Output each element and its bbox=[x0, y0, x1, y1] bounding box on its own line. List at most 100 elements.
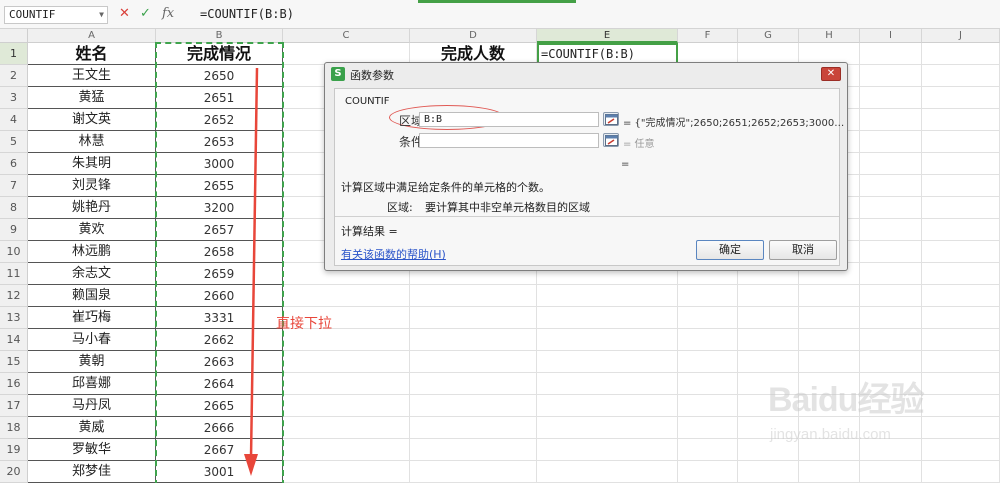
confirm-formula-icon[interactable]: ✓ bbox=[140, 6, 151, 22]
cell[interactable] bbox=[678, 373, 738, 395]
cell[interactable] bbox=[860, 417, 922, 439]
cell[interactable] bbox=[738, 417, 799, 439]
cell[interactable] bbox=[537, 351, 678, 373]
cell[interactable] bbox=[922, 43, 1000, 65]
cell[interactable] bbox=[922, 395, 1000, 417]
cell[interactable] bbox=[860, 395, 922, 417]
cell[interactable] bbox=[283, 285, 410, 307]
cell[interactable] bbox=[922, 263, 1000, 285]
row-header-2[interactable]: 2 bbox=[0, 65, 28, 87]
cell[interactable] bbox=[283, 351, 410, 373]
cell[interactable] bbox=[738, 461, 799, 483]
cell[interactable] bbox=[922, 131, 1000, 153]
cell[interactable] bbox=[922, 175, 1000, 197]
cell[interactable] bbox=[799, 417, 860, 439]
cell[interactable] bbox=[922, 109, 1000, 131]
cell[interactable] bbox=[860, 351, 922, 373]
cancel-formula-icon[interactable]: ✕ bbox=[119, 6, 130, 22]
cell[interactable] bbox=[283, 373, 410, 395]
cell[interactable] bbox=[922, 329, 1000, 351]
cell[interactable] bbox=[860, 131, 922, 153]
function-help-link[interactable]: 有关该函数的帮助(H) bbox=[341, 246, 446, 262]
table-row-name[interactable]: 王文生 bbox=[28, 65, 156, 87]
cell[interactable] bbox=[678, 285, 738, 307]
row-header-20[interactable]: 20 bbox=[0, 461, 28, 483]
cell[interactable] bbox=[678, 439, 738, 461]
cell[interactable] bbox=[678, 329, 738, 351]
cell[interactable] bbox=[799, 373, 860, 395]
cell[interactable] bbox=[922, 307, 1000, 329]
criteria-collapse-button[interactable] bbox=[603, 133, 619, 147]
cell[interactable] bbox=[922, 417, 1000, 439]
cell[interactable] bbox=[738, 285, 799, 307]
table-row-name[interactable]: 林慧 bbox=[28, 131, 156, 153]
column-header-i[interactable]: I bbox=[860, 29, 922, 43]
ok-button[interactable]: 确定 bbox=[696, 240, 764, 260]
cell[interactable] bbox=[537, 285, 678, 307]
cell[interactable] bbox=[799, 461, 860, 483]
cell[interactable] bbox=[860, 109, 922, 131]
cell[interactable] bbox=[678, 307, 738, 329]
row-header-8[interactable]: 8 bbox=[0, 197, 28, 219]
table-row-name[interactable]: 黄威 bbox=[28, 417, 156, 439]
cell[interactable] bbox=[283, 417, 410, 439]
cell[interactable] bbox=[738, 351, 799, 373]
cell[interactable] bbox=[410, 373, 537, 395]
cell[interactable] bbox=[283, 439, 410, 461]
row-header-12[interactable]: 12 bbox=[0, 285, 28, 307]
table-row-name[interactable]: 刘灵锋 bbox=[28, 175, 156, 197]
row-header-10[interactable]: 10 bbox=[0, 241, 28, 263]
cell[interactable] bbox=[283, 461, 410, 483]
table-row-name[interactable]: 崔巧梅 bbox=[28, 307, 156, 329]
cell[interactable] bbox=[922, 65, 1000, 87]
cell[interactable] bbox=[678, 351, 738, 373]
cell[interactable] bbox=[860, 285, 922, 307]
cell[interactable] bbox=[922, 461, 1000, 483]
cell[interactable] bbox=[678, 395, 738, 417]
cell[interactable] bbox=[537, 329, 678, 351]
cell[interactable] bbox=[922, 439, 1000, 461]
column-header-g[interactable]: G bbox=[738, 29, 799, 43]
column-header-c[interactable]: C bbox=[283, 29, 410, 43]
cell[interactable] bbox=[922, 351, 1000, 373]
cell[interactable] bbox=[922, 373, 1000, 395]
table-row-name[interactable]: 罗敏华 bbox=[28, 439, 156, 461]
table-row-name[interactable]: 余志文 bbox=[28, 263, 156, 285]
row-header-14[interactable]: 14 bbox=[0, 329, 28, 351]
cell[interactable] bbox=[922, 219, 1000, 241]
cell[interactable] bbox=[922, 153, 1000, 175]
cell-b1-status-header[interactable]: 完成情况 bbox=[156, 43, 283, 65]
chevron-down-icon[interactable]: ▼ bbox=[99, 8, 104, 22]
cell[interactable] bbox=[537, 439, 678, 461]
cell[interactable] bbox=[860, 87, 922, 109]
cell[interactable] bbox=[410, 307, 537, 329]
cell[interactable] bbox=[537, 373, 678, 395]
row-header-13[interactable]: 13 bbox=[0, 307, 28, 329]
column-header-h[interactable]: H bbox=[799, 29, 860, 43]
row-header-17[interactable]: 17 bbox=[0, 395, 28, 417]
cell-a1-name-header[interactable]: 姓名 bbox=[28, 43, 156, 65]
cell[interactable] bbox=[860, 307, 922, 329]
formula-input[interactable]: =COUNTIF(B:B) bbox=[196, 6, 986, 24]
row-header-18[interactable]: 18 bbox=[0, 417, 28, 439]
row-header-15[interactable]: 15 bbox=[0, 351, 28, 373]
table-row-name[interactable]: 朱其明 bbox=[28, 153, 156, 175]
row-header-4[interactable]: 4 bbox=[0, 109, 28, 131]
cell[interactable] bbox=[860, 175, 922, 197]
cancel-button[interactable]: 取消 bbox=[769, 240, 837, 260]
row-header-6[interactable]: 6 bbox=[0, 153, 28, 175]
cell[interactable] bbox=[738, 395, 799, 417]
table-row-name[interactable]: 姚艳丹 bbox=[28, 197, 156, 219]
cell[interactable] bbox=[283, 395, 410, 417]
cell[interactable] bbox=[799, 329, 860, 351]
range-collapse-button[interactable] bbox=[603, 112, 619, 126]
column-header-e[interactable]: E bbox=[537, 29, 678, 43]
row-header-7[interactable]: 7 bbox=[0, 175, 28, 197]
row-header-16[interactable]: 16 bbox=[0, 373, 28, 395]
cell[interactable] bbox=[738, 307, 799, 329]
row-header-19[interactable]: 19 bbox=[0, 439, 28, 461]
cell[interactable] bbox=[537, 395, 678, 417]
table-row-name[interactable]: 邱喜娜 bbox=[28, 373, 156, 395]
table-row-name[interactable]: 马丹凤 bbox=[28, 395, 156, 417]
cell[interactable] bbox=[860, 461, 922, 483]
